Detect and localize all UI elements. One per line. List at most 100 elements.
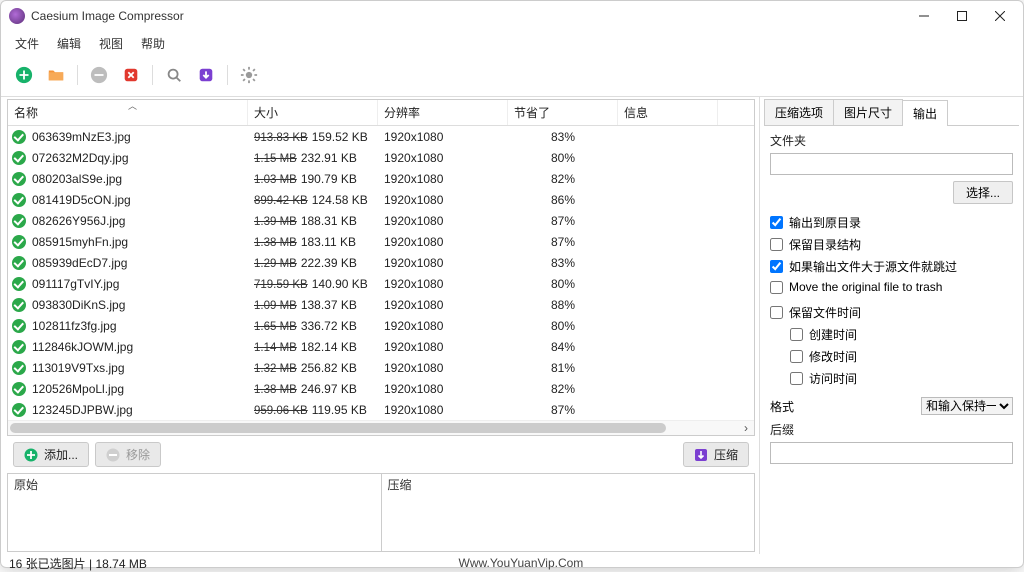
cell-new-size: 336.72 KB (301, 319, 357, 333)
cell-name: 123245DJPBW.jpg (32, 403, 133, 417)
tab-output[interactable]: 输出 (902, 100, 948, 126)
cb-same-folder[interactable]: 输出到原目录 (770, 214, 1013, 231)
menu-view[interactable]: 视图 (91, 33, 131, 54)
cell-new-size: 124.58 KB (312, 193, 368, 207)
cell-resolution: 1920x1080 (378, 382, 508, 396)
add-file-button[interactable] (11, 62, 37, 88)
table-row[interactable]: 112846kJOWM.jpg1.14 MB182.14 KB1920x1080… (8, 336, 754, 357)
check-icon (12, 235, 26, 249)
remove-button[interactable] (86, 62, 112, 88)
sort-indicator-icon: ︿ (128, 99, 137, 112)
app-icon (9, 8, 25, 24)
cell-resolution: 1920x1080 (378, 256, 508, 270)
cell-resolution: 1920x1080 (378, 319, 508, 333)
compress-button[interactable]: 压缩 (683, 442, 749, 467)
compress-label: 压缩 (714, 446, 738, 463)
table-row[interactable]: 113019V9Txs.jpg1.32 MB256.82 KB1920x1080… (8, 357, 754, 378)
cell-orig-size: 1.09 MB (254, 300, 297, 312)
status-left: 16 张已选图片 | 18.74 MB (9, 555, 147, 572)
table-body[interactable]: 063639mNzE3.jpg913.83 KB159.52 KB1920x10… (8, 126, 754, 420)
table-row[interactable]: 080203alS9e.jpg1.03 MB190.79 KB1920x1080… (8, 168, 754, 189)
col-size[interactable]: 大小 (248, 100, 378, 125)
cb-move-trash[interactable]: Move the original file to trash (770, 280, 1013, 294)
menu-edit[interactable]: 编辑 (49, 33, 89, 54)
folder-input[interactable] (770, 153, 1013, 175)
check-icon (12, 193, 26, 207)
check-icon (12, 319, 26, 333)
cell-resolution: 1920x1080 (378, 277, 508, 291)
choose-folder-button[interactable]: 选择... (953, 181, 1013, 204)
cell-new-size: 138.37 KB (301, 298, 357, 312)
horizontal-scrollbar[interactable]: › (8, 420, 754, 435)
toolbar (1, 56, 1023, 96)
cell-orig-size: 1.15 MB (254, 153, 297, 165)
table-row[interactable]: 085939dEcD7.jpg 1.29 MB 222.39 KB 1920x1080… (8, 252, 754, 273)
cell-saved: 87% (508, 214, 618, 228)
cb-ctime[interactable]: 创建时间 (790, 326, 1013, 343)
export-button[interactable] (193, 62, 219, 88)
col-info[interactable]: 信息 (618, 100, 718, 125)
cell-new-size: 140.90 KB (312, 277, 368, 291)
check-icon (12, 382, 26, 396)
format-label: 格式 (770, 398, 794, 415)
cell-name: 085939dEcD7.jpg (32, 256, 127, 270)
cell-saved: 88% (508, 298, 618, 312)
check-icon (12, 403, 26, 417)
table-row[interactable]: 093830DiKnS.jpg1.09 MB138.37 KB1920x1080… (8, 294, 754, 315)
cb-keep-structure[interactable]: 保留目录结构 (770, 236, 1013, 253)
check-icon (12, 277, 26, 291)
check-icon (12, 151, 26, 165)
cell-resolution: 1920x1080 (378, 235, 508, 249)
format-select[interactable]: 和输入保持一致 (921, 397, 1013, 415)
table-row[interactable]: 123245DJPBW.jpg959.06 KB119.95 KB1920x10… (8, 399, 754, 420)
cell-orig-size: 959.06 KB (254, 405, 308, 417)
tab-compress[interactable]: 压缩选项 (764, 99, 834, 125)
cell-name: 093830DiKnS.jpg (32, 298, 125, 312)
cell-orig-size: 1.29 MB (254, 258, 297, 270)
cell-saved: 87% (508, 403, 618, 417)
check-icon (12, 172, 26, 186)
cb-mtime[interactable]: 修改时间 (790, 348, 1013, 365)
menu-help[interactable]: 帮助 (133, 33, 173, 54)
col-resolution[interactable]: 分辨率 (378, 100, 508, 125)
table-row[interactable]: 120526MpoLl.jpg1.38 MB246.97 KB1920x1080… (8, 378, 754, 399)
menu-file[interactable]: 文件 (7, 33, 47, 54)
minimize-button[interactable] (905, 2, 943, 30)
cell-saved: 82% (508, 382, 618, 396)
open-folder-button[interactable] (43, 62, 69, 88)
cell-orig-size: 913.83 KB (254, 132, 308, 144)
cb-atime[interactable]: 访问时间 (790, 370, 1013, 387)
check-icon (12, 361, 26, 375)
table-row[interactable]: 091117gTvIY.jpg719.59 KB140.90 KB1920x10… (8, 273, 754, 294)
suffix-input[interactable] (770, 442, 1013, 464)
cb-skip-larger[interactable]: 如果输出文件大于源文件就跳过 (770, 258, 1013, 275)
search-button[interactable] (161, 62, 187, 88)
cell-resolution: 1920x1080 (378, 403, 508, 417)
clear-button[interactable] (118, 62, 144, 88)
table-row[interactable]: 081419D5cON.jpg899.42 KB124.58 KB1920x10… (8, 189, 754, 210)
cell-new-size: 232.91 KB (301, 151, 357, 165)
table-row[interactable]: 072632M2Dqy.jpg1.15 MB232.91 KB1920x1080… (8, 147, 754, 168)
maximize-button[interactable] (943, 2, 981, 30)
close-button[interactable] (981, 2, 1019, 30)
cell-name: 063639mNzE3.jpg (32, 130, 131, 144)
col-saved[interactable]: 节省了 (508, 100, 618, 125)
cell-new-size: 222.39 KB (301, 256, 357, 270)
settings-button[interactable] (236, 62, 262, 88)
table-row[interactable]: 102811fz3fg.jpg1.65 MB336.72 KB1920x1080… (8, 315, 754, 336)
cell-new-size: 256.82 KB (301, 361, 357, 375)
cell-resolution: 1920x1080 (378, 340, 508, 354)
table-row[interactable]: 063639mNzE3.jpg913.83 KB159.52 KB1920x10… (8, 126, 754, 147)
tab-size[interactable]: 图片尺寸 (833, 99, 903, 125)
cell-saved: 83% (508, 130, 618, 144)
remove-list-button[interactable]: 移除 (95, 442, 161, 467)
table-row[interactable]: 085915myhFn.jpg1.38 MB183.11 KB1920x1080… (8, 231, 754, 252)
cell-saved: 84% (508, 340, 618, 354)
check-icon (12, 256, 26, 270)
table-row[interactable]: 082626Y956J.jpg1.39 MB188.31 KB1920x1080… (8, 210, 754, 231)
preview-panels: 原始 压缩 (7, 473, 755, 552)
cell-name: 072632M2Dqy.jpg (32, 151, 129, 165)
check-icon (12, 214, 26, 228)
cb-keep-time[interactable]: 保留文件时间 (770, 304, 1013, 321)
add-button[interactable]: 添加... (13, 442, 89, 467)
